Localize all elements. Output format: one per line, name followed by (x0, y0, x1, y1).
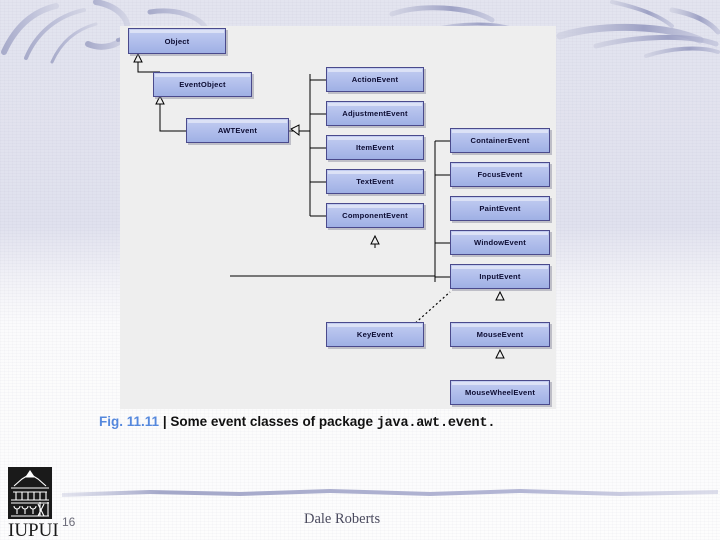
class-box-awtevent[interactable]: AWTEvent (186, 118, 289, 143)
class-box-paintevent[interactable]: PaintEvent (450, 196, 550, 221)
class-box-label: ComponentEvent (342, 211, 408, 220)
class-box-highlight (452, 198, 548, 201)
class-box-label: MouseEvent (476, 330, 524, 339)
class-box-windowevent[interactable]: WindowEvent (450, 230, 550, 255)
class-box-highlight (452, 266, 548, 269)
class-box-label: ContainerEvent (470, 136, 530, 145)
class-box-label: KeyEvent (356, 330, 394, 339)
class-box-highlight (328, 103, 422, 106)
footer-divider-wave (62, 489, 718, 497)
class-box-highlight (328, 137, 422, 140)
class-box-focusevent[interactable]: FocusEvent (450, 162, 550, 187)
slide-number: 16 (62, 515, 76, 529)
class-box-inputevent[interactable]: InputEvent (450, 264, 550, 289)
caption-text: Some event classes of package (170, 414, 373, 429)
class-box-containerevent[interactable]: ContainerEvent (450, 128, 550, 153)
class-box-label: FocusEvent (477, 170, 523, 179)
class-box-highlight (328, 205, 422, 208)
caption-code: java.awt.event (376, 416, 488, 431)
class-box-componentevent[interactable]: ComponentEvent (326, 203, 424, 228)
class-box-label: InputEvent (479, 272, 521, 281)
class-box-highlight (328, 69, 422, 72)
caption-period: . (487, 416, 496, 431)
class-box-actionevent[interactable]: ActionEvent (326, 67, 424, 92)
class-box-label: ItemEvent (355, 143, 395, 152)
class-box-highlight (452, 382, 548, 385)
class-box-label: MouseWheelEvent (464, 388, 536, 397)
slide: Object EventObject AWTEvent ActionEvent Adju… (0, 0, 720, 540)
class-box-object[interactable]: Object (128, 28, 226, 54)
class-box-highlight (130, 30, 224, 33)
class-box-eventobject[interactable]: EventObject (153, 72, 252, 97)
class-box-highlight (452, 232, 548, 235)
class-box-highlight (328, 171, 422, 174)
class-box-label: AWTEvent (217, 126, 258, 135)
class-box-mouseevent[interactable]: MouseEvent (450, 322, 550, 347)
author-name: Dale Roberts (304, 511, 381, 527)
figure-number: Fig. 11.11 (99, 414, 160, 429)
class-box-label: EventObject (179, 80, 226, 89)
class-box-adjustmentevent[interactable]: AdjustmentEvent (326, 101, 424, 126)
class-box-highlight (452, 130, 548, 133)
class-box-label: PaintEvent (479, 204, 521, 213)
class-box-mousewheelevent[interactable]: MouseWheelEvent (450, 380, 550, 405)
class-box-label: WindowEvent (474, 238, 526, 247)
class-box-highlight (452, 164, 548, 167)
class-box-label: TextEvent (356, 177, 394, 186)
class-box-highlight (155, 74, 250, 77)
iupui-logo: IUPUI (8, 467, 59, 540)
class-box-itemevent[interactable]: ItemEvent (326, 135, 424, 160)
iupui-logo-text: IUPUI (8, 520, 59, 540)
class-box-keyevent[interactable]: KeyEvent (326, 322, 424, 347)
class-box-label: AdjustmentEvent (342, 109, 408, 118)
class-box-highlight (188, 120, 287, 123)
class-box-label: ActionEvent (351, 75, 399, 84)
figure-caption: Fig. 11.11 | Some event classes of packa… (99, 414, 659, 431)
class-box-highlight (328, 324, 422, 327)
class-box-highlight (452, 324, 548, 327)
class-box-textevent[interactable]: TextEvent (326, 169, 424, 194)
class-box-label: Object (164, 36, 190, 46)
class-hierarchy-diagram: Object EventObject AWTEvent ActionEvent Adju… (120, 26, 556, 409)
